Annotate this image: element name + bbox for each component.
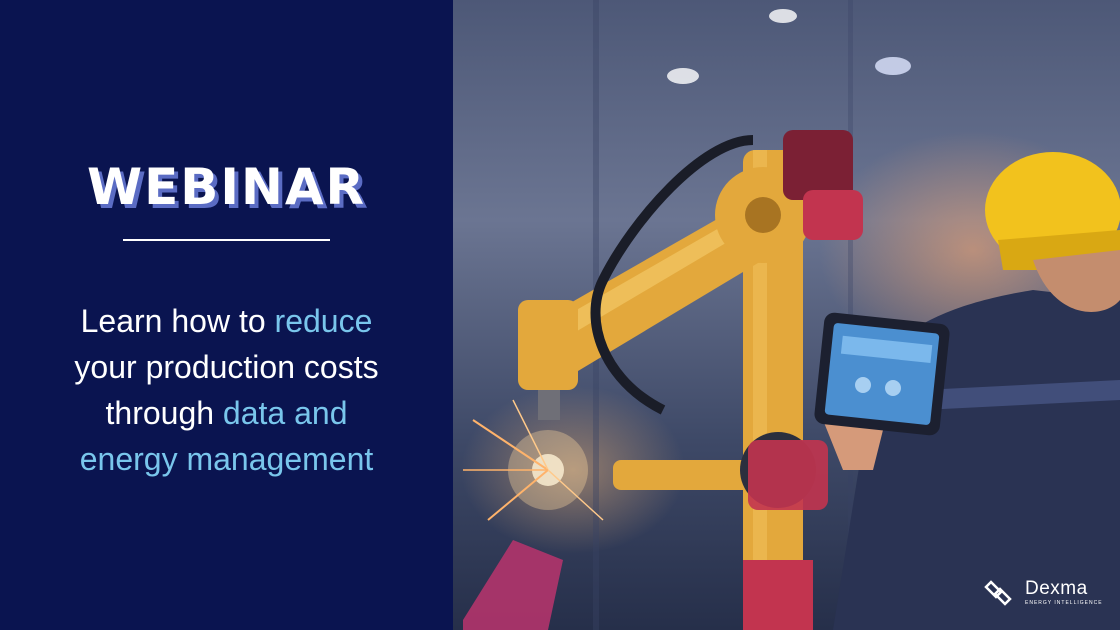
tablet [814, 312, 950, 436]
factory-scene-illustration [463, 0, 1120, 630]
webinar-title: WEBINAR [86, 158, 367, 216]
dexma-logo: Dexma ENERGY INTELLIGENCE [983, 578, 1103, 608]
factory-photo: Dexma ENERGY INTELLIGENCE [453, 0, 1120, 630]
brand-name: Dexma [1025, 578, 1088, 599]
tagline-highlight: reduce [274, 303, 373, 339]
title-divider [123, 239, 330, 241]
brand-tagline: ENERGY INTELLIGENCE [1025, 600, 1103, 606]
tagline-line: energy management [20, 436, 433, 482]
welding-sparks [463, 399, 604, 521]
tagline-text: your production costs [74, 349, 379, 385]
tagline-line: through data and [20, 390, 433, 436]
dexma-logo-icon [984, 580, 1012, 606]
tagline: Learn how to reduce your production costs… [20, 298, 433, 482]
tagline-highlight: energy management [79, 441, 374, 477]
webinar-banner: WEBINAR Learn how to reduce your producti… [0, 0, 1120, 630]
tagline-line: Learn how to reduce [20, 298, 433, 344]
tagline-highlight: data and [222, 395, 348, 431]
text-panel: WEBINAR Learn how to reduce your producti… [0, 0, 453, 630]
robot-arm [518, 130, 863, 630]
tagline-text: Learn how to [80, 303, 275, 339]
tagline-line: your production costs [20, 344, 433, 390]
tagline-text: through [105, 395, 223, 431]
